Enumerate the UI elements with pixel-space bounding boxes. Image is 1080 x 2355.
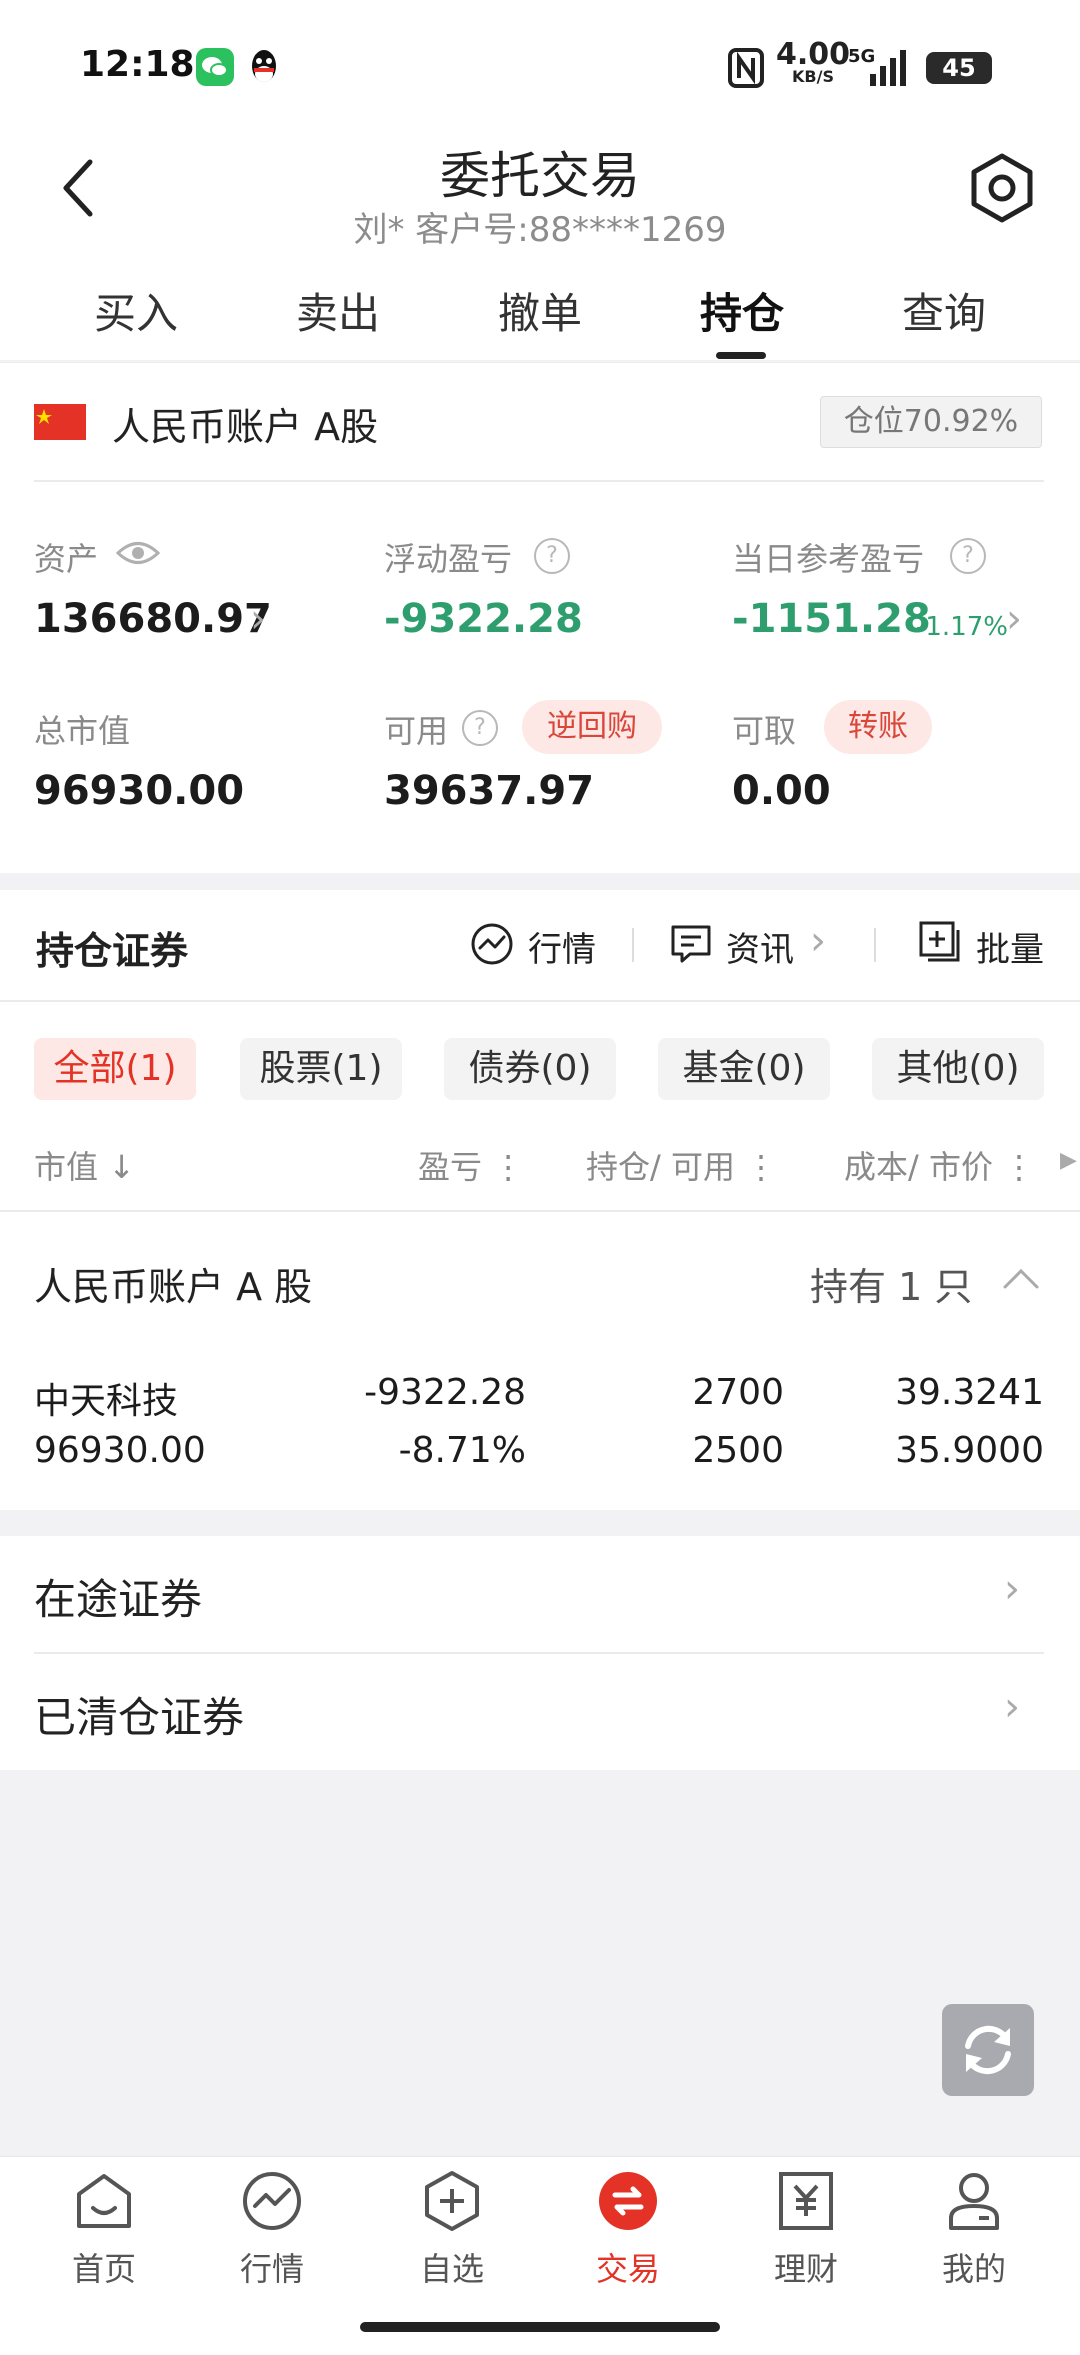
batch-icon[interactable] <box>918 920 962 964</box>
battery-indicator: 45 <box>926 52 992 84</box>
group-count: 持有 1 只 <box>810 1265 973 1309</box>
holdings-title: 持仓证券 <box>36 929 189 973</box>
stock-price: 35.9000 <box>895 1430 1044 1471</box>
column-pl[interactable]: 盈亏 ⋮ <box>418 1142 524 1188</box>
divider <box>34 480 1044 482</box>
list-item-label: 在途证券 <box>34 1575 203 1624</box>
daily-pl-label: 当日参考盈亏 <box>732 540 925 578</box>
china-flag-icon <box>34 404 86 440</box>
account-subtitle: 刘* 客户号:88****1269 <box>353 210 727 250</box>
chevron-right-icon[interactable]: › <box>810 918 826 964</box>
divider <box>874 928 876 962</box>
help-icon[interactable]: ? <box>462 710 498 746</box>
tab-sell[interactable]: 卖出 <box>268 280 408 341</box>
nav-watchlist[interactable]: 自选 <box>392 2170 512 2290</box>
market-value-label: 总市值 <box>34 712 131 750</box>
stock-position: 2700 <box>692 1372 784 1413</box>
refresh-icon <box>965 2025 1011 2075</box>
tab-cancel[interactable]: 撤单 <box>470 280 610 341</box>
finance-icon <box>779 2172 833 2230</box>
nfc-icon <box>728 48 764 88</box>
column-cost[interactable]: 成本/ 市价 ⋮ <box>844 1142 1035 1188</box>
watchlist-icon <box>425 2171 479 2231</box>
filter-bonds[interactable]: 债券(0) <box>444 1038 616 1100</box>
market-button[interactable]: 行情 <box>528 922 596 971</box>
help-icon[interactable]: ? <box>950 538 986 574</box>
market-icon <box>243 2172 301 2230</box>
assets-label: 资产 <box>34 540 99 578</box>
signal-icon <box>868 50 912 86</box>
help-icon[interactable]: ? <box>534 538 570 574</box>
refresh-button[interactable] <box>942 2004 1034 2096</box>
filter-all[interactable]: 全部(1) <box>34 1038 196 1100</box>
stock-pl-pct: -8.71% <box>398 1430 526 1471</box>
list-item-in-transit[interactable]: 在途证券 › <box>0 1536 1080 1652</box>
nav-home[interactable]: 首页 <box>44 2170 164 2290</box>
scroll-right-icon[interactable]: ▶ <box>1060 1148 1077 1173</box>
chevron-right-icon: › <box>1004 1566 1020 1612</box>
divider <box>632 928 634 962</box>
group-name: 人民币账户 A 股 <box>34 1265 313 1309</box>
withdrawable-value: 0.00 <box>732 768 831 814</box>
assets-value[interactable]: 136680.97 <box>34 596 272 642</box>
chevron-right-icon[interactable]: › <box>250 596 266 642</box>
divider <box>0 1210 1080 1212</box>
net-speed: 4.00 KB/S <box>776 37 851 87</box>
trade-tabs: 买入 卖出 撤单 持仓 查询 <box>0 280 1080 360</box>
position-ratio-badge: 仓位70.92% <box>820 396 1042 448</box>
chevron-right-icon: › <box>1004 1684 1020 1730</box>
batch-button[interactable]: 批量 <box>976 922 1044 971</box>
nav-finance[interactable]: 理财 <box>746 2170 866 2290</box>
filter-stocks[interactable]: 股票(1) <box>240 1038 402 1100</box>
table-row[interactable]: 中天科技 96930.00 -9322.28 -8.71% 2700 2500 … <box>0 1360 1080 1490</box>
stock-market-value: 96930.00 <box>34 1430 206 1471</box>
market-value: 96930.00 <box>34 768 245 814</box>
float-pl-value: -9322.28 <box>384 596 583 642</box>
divider <box>0 1000 1080 1002</box>
chevron-right-icon[interactable]: › <box>1006 596 1022 642</box>
settings-icon[interactable] <box>964 150 1040 226</box>
stock-pl: -9322.28 <box>364 1372 526 1413</box>
available-label: 可用 <box>384 712 449 750</box>
filter-other[interactable]: 其他(0) <box>872 1038 1044 1100</box>
list-item-label: 已清仓证券 <box>34 1693 245 1742</box>
withdrawable-label: 可取 <box>732 712 797 750</box>
reverse-repo-button[interactable]: 逆回购 <box>522 700 662 754</box>
nav-market[interactable]: 行情 <box>212 2170 332 2290</box>
transfer-button[interactable]: 转账 <box>824 700 932 754</box>
active-tab-indicator <box>716 352 766 359</box>
page-title: 委托交易 <box>440 147 640 205</box>
float-pl-label: 浮动盈亏 <box>384 540 513 578</box>
trade-icon <box>599 2172 657 2230</box>
account-name: 人民币账户 A股 <box>112 405 379 449</box>
daily-pl-value: -1151.28 <box>732 596 931 642</box>
eye-icon[interactable] <box>115 538 161 568</box>
sort-market-value[interactable]: 市值 ↓ <box>34 1142 135 1188</box>
news-icon[interactable] <box>670 924 712 964</box>
profile-icon <box>949 2173 999 2230</box>
home-indicator <box>360 2322 720 2332</box>
chevron-up-icon[interactable] <box>1002 1266 1040 1290</box>
tab-buy[interactable]: 买入 <box>66 280 206 341</box>
column-position[interactable]: 持仓/ 可用 ⋮ <box>586 1142 777 1188</box>
tab-query[interactable]: 查询 <box>874 280 1014 341</box>
wechat-icon <box>196 48 234 86</box>
stock-name: 中天科技 <box>34 1381 179 1422</box>
nav-profile[interactable]: 我的 <box>914 2170 1034 2290</box>
home-icon <box>77 2174 131 2228</box>
list-item-cleared[interactable]: 已清仓证券 › <box>0 1654 1080 1770</box>
filter-funds[interactable]: 基金(0) <box>658 1038 830 1100</box>
stock-available: 2500 <box>692 1430 784 1471</box>
daily-pl-pct: -1.17% <box>916 612 1008 642</box>
market-trend-icon[interactable] <box>470 922 514 966</box>
nav-trade[interactable]: 交易 <box>568 2170 688 2290</box>
status-time: 12:18 <box>80 44 195 85</box>
tab-positions[interactable]: 持仓 <box>672 280 812 341</box>
available-value: 39637.97 <box>384 768 595 814</box>
news-button[interactable]: 资讯 <box>726 922 794 971</box>
qq-icon <box>246 46 282 88</box>
stock-cost: 39.3241 <box>895 1372 1044 1413</box>
